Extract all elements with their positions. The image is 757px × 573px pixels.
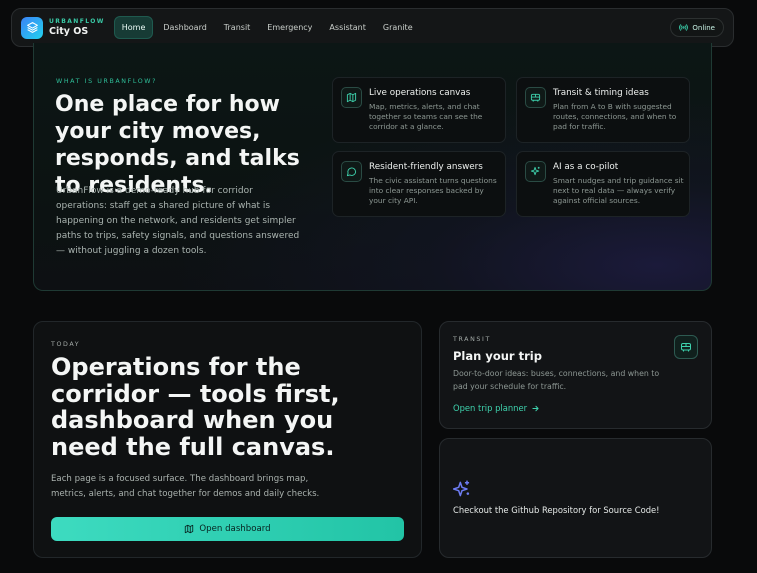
tab-emergency[interactable]: Emergency	[260, 17, 319, 38]
ops-body: Each page is a focused surface. The dash…	[51, 474, 320, 499]
github-card[interactable]: Checkout the Github Repository for Sourc…	[439, 438, 712, 558]
open-dashboard-label: Open dashboard	[199, 524, 271, 534]
hero-title: One place for how your city moves, respo…	[55, 92, 300, 198]
brand[interactable]: URBANFLOW City OS	[49, 17, 105, 37]
card-text: Plan from A to B with suggested routes, …	[553, 102, 677, 131]
card-title: Live operations canvas	[369, 88, 471, 98]
bus-icon	[674, 335, 698, 359]
hero-section: WHAT IS URBANFLOW? One place for how you…	[33, 43, 712, 291]
nav-tabs: Home Dashboard Transit Emergency Assista…	[113, 16, 423, 39]
layers-logo-icon[interactable]	[21, 16, 43, 39]
card-text: Smart nudges and trip guidance sit next …	[553, 176, 684, 205]
operations-panel: TODAY Operations for the corridor — tool…	[33, 321, 422, 558]
transit-title: Plan your trip	[453, 349, 542, 363]
card-title: AI as a co-pilot	[553, 162, 619, 172]
status-badge: Online	[670, 18, 724, 37]
tab-assistant[interactable]: Assistant	[322, 17, 372, 38]
ops-kicker: TODAY	[51, 341, 81, 348]
feature-card-live-ops: Live operations canvas Map, metrics, ale…	[332, 77, 506, 143]
chat-icon	[341, 161, 362, 182]
hero-kicker: WHAT IS URBANFLOW?	[56, 78, 158, 85]
hero-body: UrbanFlow is a demo-ready hub for corrid…	[56, 186, 300, 256]
tab-granite[interactable]: Granite	[376, 17, 420, 38]
top-navbar: URBANFLOW City OS Home Dashboard Transit…	[11, 8, 734, 47]
status-label: Online	[692, 23, 715, 32]
tab-dashboard[interactable]: Dashboard	[156, 17, 213, 38]
tab-transit[interactable]: Transit	[217, 17, 258, 38]
feature-card-resident-answers: Resident-friendly answers The civic assi…	[332, 151, 506, 217]
card-title: Resident-friendly answers	[369, 162, 483, 172]
brand-kicker: URBANFLOW	[49, 17, 105, 25]
brand-name: City OS	[49, 25, 89, 37]
open-trip-planner-link[interactable]: Open trip planner	[453, 403, 540, 413]
feature-card-transit: Transit & timing ideas Plan from A to B …	[516, 77, 690, 143]
tab-home[interactable]: Home	[113, 16, 154, 39]
ops-title: Operations for the corridor — tools firs…	[51, 353, 340, 461]
card-text: Map, metrics, alerts, and chat together …	[369, 102, 483, 131]
github-text: Checkout the Github Repository for Sourc…	[453, 505, 660, 515]
arrow-right-icon	[532, 405, 539, 411]
bus-icon	[525, 87, 546, 108]
signal-icon	[679, 24, 689, 31]
transit-card: TRANSIT Plan your trip Door-to-door idea…	[439, 321, 712, 429]
card-text: The civic assistant turns questions into…	[369, 176, 497, 205]
sparkles-icon	[525, 161, 546, 182]
trip-planner-label: Open trip planner	[453, 403, 528, 413]
transit-kicker: TRANSIT	[453, 336, 491, 343]
feature-card-ai-copilot: AI as a co-pilot Smart nudges and trip g…	[516, 151, 690, 217]
map-icon	[185, 524, 194, 534]
card-title: Transit & timing ideas	[553, 88, 649, 98]
transit-body: Door-to-door ideas: buses, connections, …	[453, 369, 660, 391]
open-dashboard-button[interactable]: Open dashboard	[51, 517, 404, 541]
sparkles-icon	[452, 479, 472, 503]
map-icon	[341, 87, 362, 108]
